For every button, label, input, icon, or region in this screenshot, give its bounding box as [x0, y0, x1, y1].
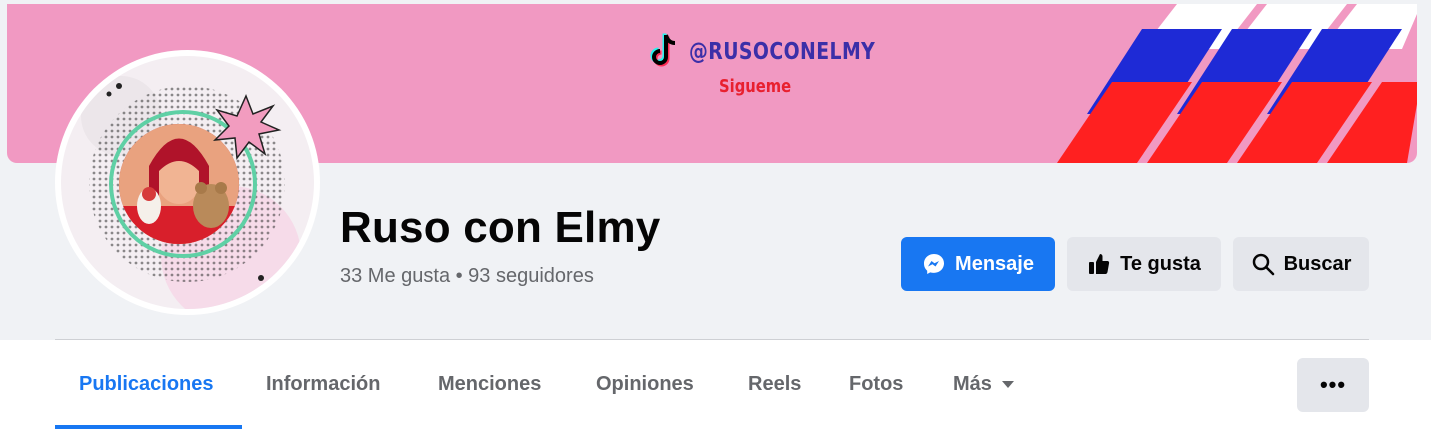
like-button-label: Te gusta: [1120, 252, 1201, 275]
russian-flag-stripes: [1057, 4, 1417, 163]
search-button-label: Buscar: [1283, 252, 1352, 275]
tiktok-promo: @RUSOCONELMY: [647, 32, 916, 72]
tab-label: Reels: [748, 373, 802, 395]
tab-menciones[interactable]: Menciones: [414, 340, 565, 429]
page-stats[interactable]: 33 Me gusta • 93 seguidores: [340, 265, 594, 288]
profile-avatar[interactable]: [55, 50, 320, 315]
tab-label: Opiniones: [596, 373, 694, 395]
message-button-label: Mensaje: [955, 252, 1034, 275]
tab-mas[interactable]: Más: [929, 340, 1038, 429]
tab-reels[interactable]: Reels: [724, 340, 825, 429]
avatar-image: [61, 56, 314, 309]
message-button[interactable]: Mensaje: [901, 237, 1055, 291]
tab-label: Menciones: [438, 373, 542, 395]
tiktok-follow-text: Sigueme: [719, 76, 792, 97]
caret-down-icon: [1001, 381, 1014, 388]
search-button[interactable]: Buscar: [1233, 237, 1369, 291]
tab-label: Información: [266, 373, 381, 395]
active-tab-indicator: [55, 425, 242, 429]
page-title: Ruso con Elmy: [340, 203, 661, 252]
tab-publicaciones[interactable]: Publicaciones: [55, 340, 238, 429]
tab-opiniones[interactable]: Opiniones: [572, 340, 718, 429]
search-icon: [1251, 252, 1275, 276]
tab-label: Publicaciones: [79, 373, 214, 395]
messenger-icon: [922, 252, 946, 276]
more-options-button[interactable]: •••: [1297, 358, 1369, 412]
tab-label: Más: [953, 373, 992, 395]
like-button[interactable]: Te gusta: [1067, 237, 1221, 291]
tab-label: Fotos: [849, 373, 904, 395]
thumbs-up-icon: [1087, 252, 1111, 276]
tab-fotos[interactable]: Fotos: [825, 340, 927, 429]
tab-informacion[interactable]: Información: [242, 340, 404, 429]
tiktok-icon: [650, 33, 676, 67]
more-dots-icon: •••: [1319, 372, 1347, 397]
tiktok-handle: @RUSOCONELMY: [689, 39, 876, 65]
